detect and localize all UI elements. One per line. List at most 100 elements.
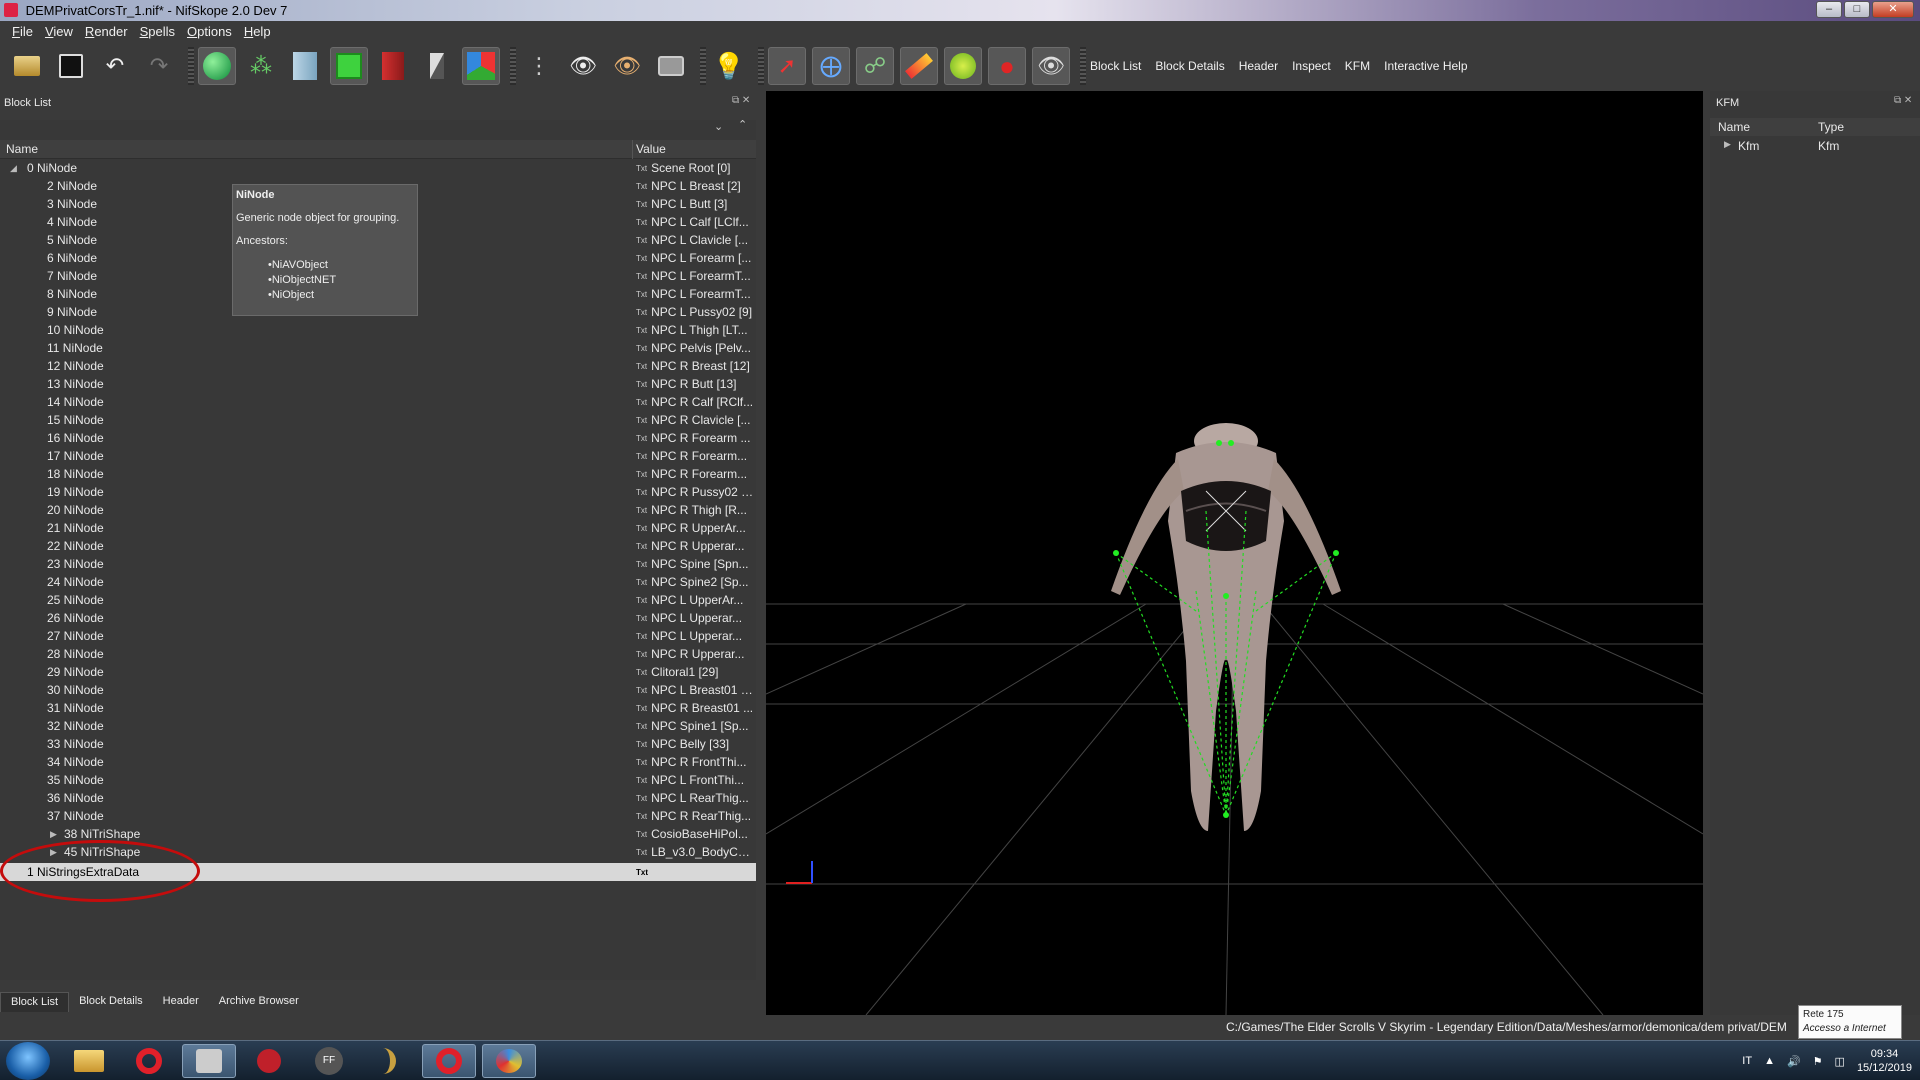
view-user-icon[interactable] [418, 47, 456, 85]
kfm-column-name[interactable]: Name [1718, 120, 1750, 134]
menu-render[interactable]: Render [79, 24, 134, 39]
close-icon[interactable]: ✕ [1872, 1, 1914, 18]
toolbar-block-details[interactable]: Block Details [1155, 59, 1224, 73]
show-skeleton-icon[interactable]: ☍ [856, 47, 894, 85]
tree-row-root[interactable]: ◢ 0 NiNode Txt Scene Root [0] [0, 159, 756, 177]
tab-block-details[interactable]: Block Details [69, 992, 153, 1012]
tree-row[interactable]: 23 NiNode Txt NPC Spine [Spn... [0, 555, 756, 573]
explorer-icon[interactable] [62, 1044, 116, 1078]
render-viewport[interactable] [766, 91, 1703, 1015]
tree-row[interactable]: 28 NiNode Txt NPC R Upperar... [0, 645, 756, 663]
perspective-icon[interactable] [462, 47, 500, 85]
tree-row[interactable]: 31 NiNode Txt NPC R Breast01 ... [0, 699, 756, 717]
redo-icon[interactable]: ↷ [140, 47, 178, 85]
tree-row[interactable]: 13 NiNode Txt NPC R Butt [13] [0, 375, 756, 393]
tree-row[interactable]: 34 NiNode Txt NPC R FrontThi... [0, 753, 756, 771]
minimize-icon[interactable]: – [1816, 1, 1842, 18]
lighting-icon[interactable]: 💡 [710, 47, 748, 85]
screenshot-icon[interactable] [652, 47, 690, 85]
view-front-icon[interactable] [286, 47, 324, 85]
toolbar-kfm[interactable]: KFM [1345, 59, 1370, 73]
tree-row[interactable]: 24 NiNode Txt NPC Spine2 [Sp... [0, 573, 756, 591]
show-hidden-icon[interactable]: 👁 [564, 47, 602, 85]
tree-row[interactable]: 19 NiNode Txt NPC R Pussy02 [... [0, 483, 756, 501]
tree-row[interactable]: 10 NiNode Txt NPC L Thigh [LT... [0, 321, 756, 339]
kfm-column-type[interactable]: Type [1818, 120, 1844, 134]
ffdec-icon[interactable]: FF [302, 1044, 356, 1078]
tree-row[interactable]: 16 NiNode Txt NPC R Forearm ... [0, 429, 756, 447]
collapsed-arrow-icon[interactable]: ▶ [50, 825, 57, 843]
maximize-icon[interactable]: □ [1844, 1, 1870, 18]
tree-row[interactable]: 15 NiNode Txt NPC R Clavicle [... [0, 411, 756, 429]
show-constraints-icon[interactable] [900, 47, 938, 85]
spider-app-icon[interactable] [242, 1044, 296, 1078]
block-value: Txt Scene Root [0] [636, 159, 754, 178]
tree-row[interactable]: 20 NiNode Txt NPC R Thigh [R... [0, 501, 756, 519]
clock[interactable]: 09:34 15/12/2019 [1857, 1047, 1912, 1075]
toolbar-block-list[interactable]: Block List [1090, 59, 1141, 73]
show-collision-icon[interactable] [944, 47, 982, 85]
network-icon[interactable]: ◫ [1835, 1055, 1845, 1068]
select-vertex-icon[interactable]: ⁂ [242, 47, 280, 85]
menu-view[interactable]: View [39, 24, 79, 39]
walk-mode-icon[interactable]: ⋮ [520, 47, 558, 85]
show-vertex-colors-icon[interactable]: 👁 [1032, 47, 1070, 85]
tree-row[interactable]: 11 NiNode Txt NPC Pelvis [Pelv... [0, 339, 756, 357]
menu-help[interactable]: Help [238, 24, 277, 39]
open-file-icon[interactable] [8, 47, 46, 85]
select-object-icon[interactable] [198, 47, 236, 85]
tree-row[interactable]: 12 NiNode Txt NPC R Breast [12] [0, 357, 756, 375]
tab-archive-browser[interactable]: Archive Browser [209, 992, 309, 1012]
tree-row[interactable]: 36 NiNode Txt NPC L RearThig... [0, 789, 756, 807]
tree-row[interactable]: 35 NiNode Txt NPC L FrontThi... [0, 771, 756, 789]
tree-row[interactable]: 27 NiNode Txt NPC L Upperar... [0, 627, 756, 645]
toolbar-header[interactable]: Header [1239, 59, 1278, 73]
tree-row[interactable]: 21 NiNode Txt NPC R UpperAr... [0, 519, 756, 537]
language-indicator[interactable]: IT [1742, 1055, 1752, 1067]
tree-row[interactable]: 22 NiNode Txt NPC R Upperar... [0, 537, 756, 555]
tree-row[interactable]: 30 NiNode Txt NPC L Breast01 [... [0, 681, 756, 699]
tray-arrow-icon[interactable]: ▲ [1764, 1055, 1775, 1067]
save-icon[interactable] [52, 47, 90, 85]
nifskope-task-icon[interactable] [182, 1044, 236, 1078]
bethesda-icon[interactable] [362, 1044, 416, 1078]
kfm-row[interactable]: ▶ Kfm Kfm [1710, 138, 1920, 156]
start-button-icon[interactable] [6, 1042, 50, 1080]
tree-row[interactable]: 26 NiNode Txt NPC L Upperar... [0, 609, 756, 627]
tree-row[interactable]: 17 NiNode Txt NPC R Forearm... [0, 447, 756, 465]
column-value[interactable]: Value [636, 142, 666, 156]
expand-arrow-icon[interactable]: ▶ [1724, 139, 1731, 150]
paint-icon[interactable] [482, 1044, 536, 1078]
view-side-icon[interactable] [374, 47, 412, 85]
opera-icon[interactable] [122, 1044, 176, 1078]
tab-header[interactable]: Header [153, 992, 209, 1012]
show-axes-icon[interactable]: ➚ [768, 47, 806, 85]
menu-spells[interactable]: Spells [134, 24, 181, 39]
menu-options[interactable]: Options [181, 24, 238, 39]
undo-icon[interactable]: ↶ [96, 47, 134, 85]
tree-row[interactable]: 37 NiNode Txt NPC R RearThig... [0, 807, 756, 825]
tree-row[interactable]: 33 NiNode Txt NPC Belly [33] [0, 735, 756, 753]
volume-icon[interactable]: 🔊 [1787, 1055, 1801, 1068]
show-markers-icon[interactable]: ● [988, 47, 1026, 85]
opera-active-icon[interactable] [422, 1044, 476, 1078]
tree-row[interactable]: 32 NiNode Txt NPC Spine1 [Sp... [0, 717, 756, 735]
show-nodes-icon[interactable]: 👁 [608, 47, 646, 85]
collapse-icon[interactable]: ⌄ [714, 120, 723, 133]
tree-row[interactable]: 29 NiNode Txt Clitoral1 [29] [0, 663, 756, 681]
tab-block-list[interactable]: Block List [0, 992, 70, 1012]
expanded-arrow-icon[interactable]: ◢ [10, 159, 17, 177]
show-grid-icon[interactable]: ⨁ [812, 47, 850, 85]
column-name[interactable]: Name [6, 142, 38, 156]
flag-icon[interactable]: ⚑ [1813, 1055, 1823, 1068]
toolbar-interactive-help[interactable]: Interactive Help [1384, 59, 1467, 73]
dock-float-icon[interactable]: ⧉ ✕ [732, 95, 750, 106]
expand-icon[interactable]: ⌃ [738, 118, 747, 131]
menu-file[interactable]: File [6, 24, 39, 39]
tree-row[interactable]: 18 NiNode Txt NPC R Forearm... [0, 465, 756, 483]
tree-row[interactable]: 25 NiNode Txt NPC L UpperAr... [0, 591, 756, 609]
view-top-icon[interactable] [330, 47, 368, 85]
kfm-dock-icon[interactable]: ⧉ ✕ [1894, 95, 1912, 106]
tree-row[interactable]: 14 NiNode Txt NPC R Calf [RClf... [0, 393, 756, 411]
toolbar-inspect[interactable]: Inspect [1292, 59, 1331, 73]
